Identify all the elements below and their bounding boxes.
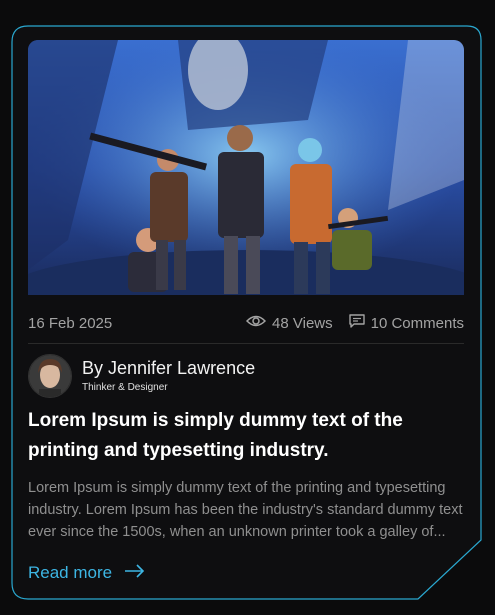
- post-excerpt: Lorem Ipsum is simply dummy text of the …: [28, 480, 463, 540]
- avatar[interactable]: [28, 354, 72, 398]
- comment-icon: [348, 314, 365, 332]
- eye-icon: [245, 314, 267, 332]
- author-name[interactable]: By Jennifer Lawrence: [82, 357, 255, 379]
- read-more-link[interactable]: Read more: [28, 560, 146, 586]
- comments-count[interactable]: 10 Comments: [348, 314, 464, 332]
- read-more-label: Read more: [28, 563, 113, 582]
- post-title[interactable]: Lorem Ipsum is simply dummy text of the …: [28, 406, 468, 466]
- post-meta: 16 Feb 2025 48 Views 10 Comments: [28, 310, 464, 336]
- views-label: 48 Views: [272, 314, 333, 332]
- divider: [28, 343, 464, 344]
- author-role: Thinker & Designer: [82, 382, 168, 393]
- arrow-right-icon: [124, 563, 146, 583]
- hero-image[interactable]: [28, 40, 464, 295]
- author-block: By Jennifer Lawrence Thinker & Designer: [28, 354, 464, 398]
- views-count: 48 Views: [245, 314, 333, 332]
- comments-label: 10 Comments: [370, 314, 464, 332]
- post-date: 16 Feb 2025: [28, 314, 113, 332]
